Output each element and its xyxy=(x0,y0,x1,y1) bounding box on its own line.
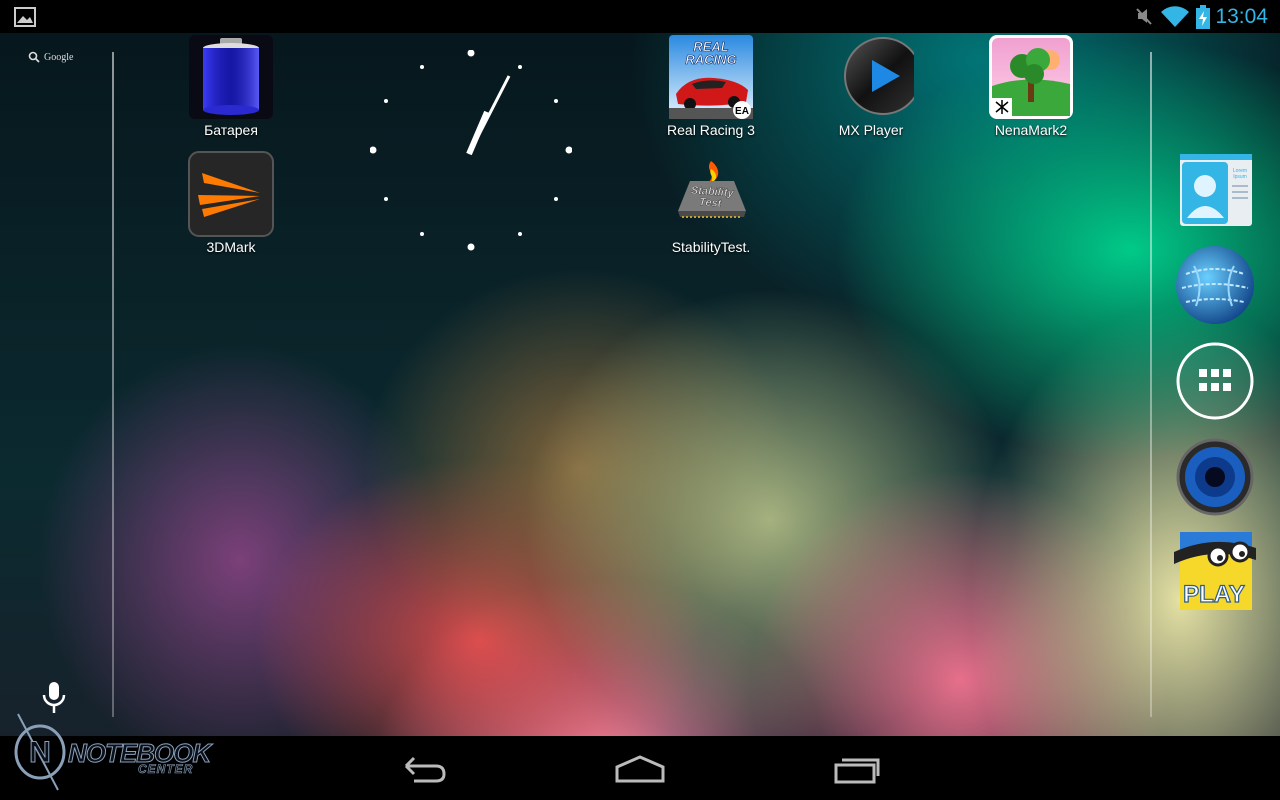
home-icon[interactable] xyxy=(614,754,666,789)
app-3dmark[interactable]: 3DMark xyxy=(176,151,286,255)
right-edge-divider xyxy=(1150,52,1152,717)
app-label: MX Player xyxy=(838,122,904,138)
svg-text:PLAY: PLAY xyxy=(1183,581,1245,608)
back-icon[interactable] xyxy=(400,754,448,789)
notebook-center-watermark: N NOTEBOOK CENTER xyxy=(14,712,212,797)
search-label: Google xyxy=(44,51,74,63)
app-nenamark2[interactable]: NenaMark2 xyxy=(976,34,1086,138)
gallery-notification-icon[interactable] xyxy=(14,7,36,32)
svg-text:Ipsum: Ipsum xyxy=(1233,174,1247,180)
battery-charging-icon xyxy=(1196,5,1210,34)
status-clock: 13:04 xyxy=(1215,5,1268,28)
app-stability-test[interactable]: Stability Test StabilityTest. xyxy=(656,151,766,255)
stability-test-icon: Stability Test xyxy=(668,151,754,237)
mute-icon xyxy=(1134,6,1154,31)
app-mx-player[interactable]: MX Player xyxy=(816,34,926,138)
contacts-icon[interactable]: Lorem Ipsum xyxy=(1174,150,1256,232)
svg-text:Test: Test xyxy=(699,196,723,210)
3dmark-icon xyxy=(188,151,274,237)
app-label: 3DMark xyxy=(206,239,256,255)
watermark-letter: N xyxy=(29,736,51,769)
nenamark-icon xyxy=(988,34,1074,120)
recent-apps-icon[interactable] xyxy=(832,754,882,789)
wifi-icon xyxy=(1160,6,1190,33)
svg-text:EA: EA xyxy=(735,106,749,117)
app-battery[interactable]: Батарея xyxy=(176,34,286,138)
app-label: NenaMark2 xyxy=(994,122,1068,138)
app-real-racing-3[interactable]: REAL RACING EA Real Racing 3 xyxy=(656,34,766,138)
left-edge-divider xyxy=(112,52,114,717)
play-store-icon[interactable]: PLAY xyxy=(1174,530,1256,612)
app-label: Real Racing 3 xyxy=(667,122,755,138)
search-icon xyxy=(28,51,40,63)
watermark-sub: CENTER xyxy=(138,762,194,777)
music-speaker-icon[interactable] xyxy=(1174,436,1256,518)
battery-app-icon xyxy=(188,34,274,120)
status-bar: 13:04 xyxy=(0,0,1280,33)
real-racing-icon: REAL RACING EA xyxy=(668,34,754,120)
google-search-bar[interactable]: Google xyxy=(28,48,73,66)
browser-globe-icon[interactable] xyxy=(1174,244,1256,326)
app-label: StabilityTest. xyxy=(671,239,751,255)
app-label: Батарея xyxy=(204,122,258,138)
svg-text:RACING: RACING xyxy=(685,52,736,67)
analog-clock-widget[interactable] xyxy=(369,49,573,252)
mx-player-icon xyxy=(828,34,922,120)
all-apps-icon[interactable] xyxy=(1174,340,1256,422)
